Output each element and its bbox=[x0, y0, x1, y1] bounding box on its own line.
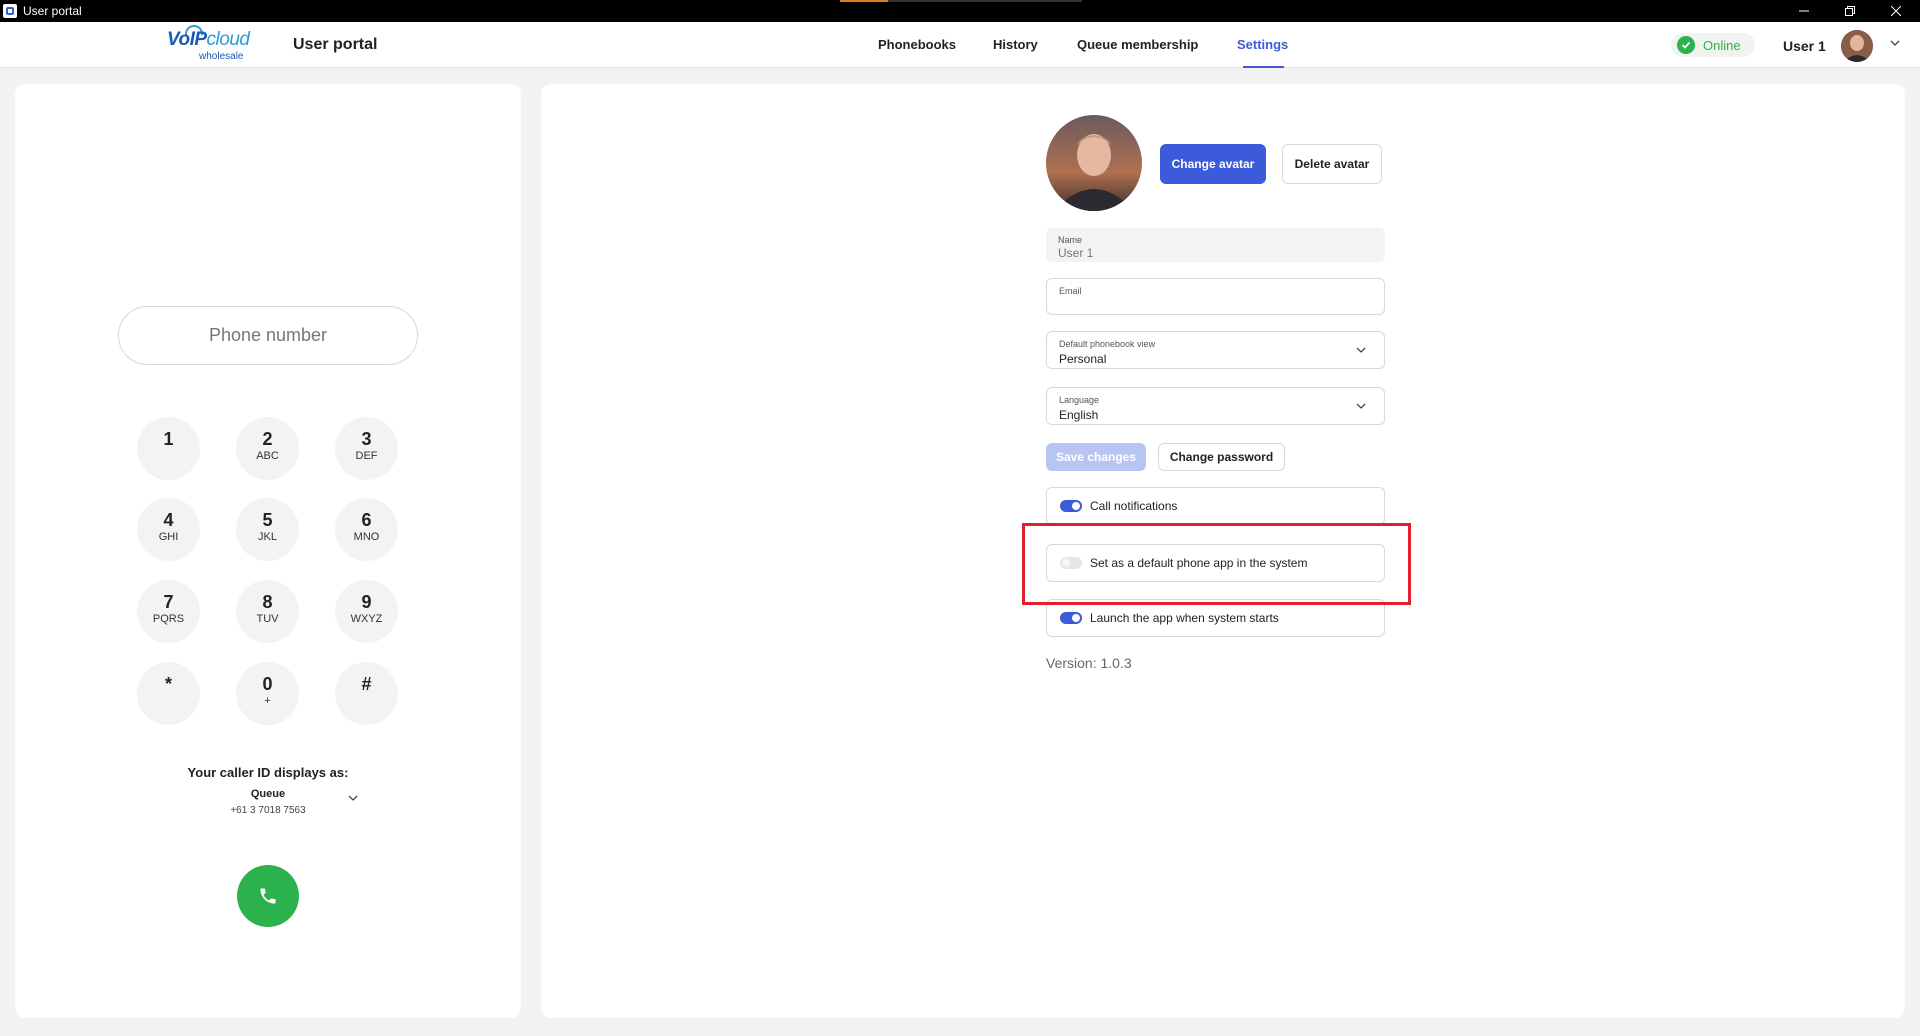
language-label: Language bbox=[1059, 395, 1100, 405]
voipcloud-logo[interactable]: VoIPcloud wholesale bbox=[163, 25, 253, 63]
restore-button[interactable] bbox=[1827, 0, 1873, 22]
avatar-photo bbox=[1841, 30, 1873, 62]
app-icon bbox=[3, 4, 17, 18]
launch-on-startup-label: Launch the app when system starts bbox=[1090, 611, 1279, 625]
default-phonebook-value: Personal bbox=[1059, 352, 1107, 366]
name-field: Name User 1 bbox=[1046, 228, 1385, 262]
profile-avatar-photo bbox=[1046, 115, 1142, 211]
window-titlebar: User portal bbox=[0, 0, 1920, 22]
caller-id-chevron-icon[interactable] bbox=[348, 794, 358, 802]
app-version: Version: 1.0.3 bbox=[1046, 655, 1132, 671]
phone-icon bbox=[260, 888, 276, 904]
dial-key-5[interactable]: 5 JKL bbox=[236, 498, 299, 561]
highlight-annotation bbox=[1022, 523, 1411, 605]
default-phonebook-select[interactable]: Default phonebook view Personal bbox=[1046, 331, 1385, 369]
chevron-down-icon bbox=[1356, 403, 1366, 409]
change-password-button[interactable]: Change password bbox=[1158, 443, 1285, 471]
change-avatar-button[interactable]: Change avatar bbox=[1160, 144, 1266, 184]
name-field-label: Name bbox=[1058, 235, 1083, 245]
titlebar-accent-track bbox=[888, 0, 1082, 2]
dialer-panel: 1 2ABC 3DEF 4GHI 5JKL 6MNO 7PQRS 8TUV 9W… bbox=[15, 84, 521, 1018]
status-label: Online bbox=[1703, 37, 1741, 53]
restore-icon bbox=[1845, 6, 1855, 16]
nav-history[interactable]: History bbox=[993, 37, 1038, 52]
logo-subtext: wholesale bbox=[199, 51, 244, 62]
dial-key-4[interactable]: 4 GHI bbox=[137, 498, 200, 561]
dial-key-9[interactable]: 9 WXYZ bbox=[335, 580, 398, 643]
caller-id-number[interactable]: +61 3 7018 7563 bbox=[15, 805, 521, 816]
language-value: English bbox=[1059, 408, 1099, 422]
settings-panel: Change avatar Delete avatar Name User 1 … bbox=[541, 84, 1905, 1018]
close-button[interactable] bbox=[1873, 0, 1919, 22]
dial-key-2[interactable]: 2 ABC bbox=[236, 417, 299, 480]
delete-avatar-button[interactable]: Delete avatar bbox=[1282, 144, 1382, 184]
app-header: VoIPcloud wholesale User portal Phoneboo… bbox=[0, 22, 1920, 68]
chevron-down-icon bbox=[1356, 347, 1366, 353]
default-phonebook-label: Default phonebook view bbox=[1059, 339, 1156, 349]
user-name[interactable]: User 1 bbox=[1783, 38, 1826, 54]
minimize-icon bbox=[1799, 10, 1809, 12]
call-button[interactable] bbox=[237, 865, 299, 927]
nav-phonebooks[interactable]: Phonebooks bbox=[878, 37, 956, 52]
profile-avatar bbox=[1046, 115, 1142, 211]
page-title: User portal bbox=[293, 36, 378, 53]
minimize-button[interactable] bbox=[1781, 0, 1827, 22]
dial-key-1[interactable]: 1 bbox=[137, 417, 200, 480]
nav-settings[interactable]: Settings bbox=[1237, 37, 1288, 52]
phone-number-input[interactable] bbox=[118, 306, 418, 365]
window-title: User portal bbox=[23, 4, 82, 18]
presence-status[interactable]: Online bbox=[1671, 33, 1755, 57]
dial-key-hash[interactable]: # bbox=[335, 662, 398, 725]
dial-key-6[interactable]: 6 MNO bbox=[335, 498, 398, 561]
dial-key-0[interactable]: 0 + bbox=[236, 662, 299, 725]
dial-key-7[interactable]: 7 PQRS bbox=[137, 580, 200, 643]
caller-id-label: Your caller ID displays as: bbox=[187, 765, 349, 780]
user-menu-chevron-icon[interactable] bbox=[1890, 39, 1900, 47]
call-notifications-row: Call notifications bbox=[1046, 487, 1385, 525]
call-notifications-toggle[interactable] bbox=[1060, 500, 1082, 512]
online-check-icon bbox=[1677, 36, 1695, 54]
nav-active-indicator bbox=[1243, 66, 1284, 68]
titlebar-accent bbox=[840, 0, 888, 2]
call-notifications-label: Call notifications bbox=[1090, 499, 1178, 513]
name-field-value: User 1 bbox=[1058, 246, 1094, 260]
launch-on-startup-toggle[interactable] bbox=[1060, 612, 1082, 624]
language-select[interactable]: Language English bbox=[1046, 387, 1385, 425]
dial-key-star[interactable]: * bbox=[137, 662, 200, 725]
logo-text: VoIPcloud bbox=[167, 29, 250, 50]
email-field-label: Email bbox=[1059, 286, 1082, 296]
header-avatar[interactable] bbox=[1841, 30, 1873, 62]
nav-queue-membership[interactable]: Queue membership bbox=[1077, 37, 1198, 52]
email-field[interactable]: Email bbox=[1046, 278, 1385, 315]
dial-key-3[interactable]: 3 DEF bbox=[335, 417, 398, 480]
save-changes-button[interactable]: Save changes bbox=[1046, 443, 1146, 471]
close-icon bbox=[1891, 6, 1901, 16]
caller-id-name[interactable]: Queue bbox=[15, 788, 521, 800]
dial-key-8[interactable]: 8 TUV bbox=[236, 580, 299, 643]
